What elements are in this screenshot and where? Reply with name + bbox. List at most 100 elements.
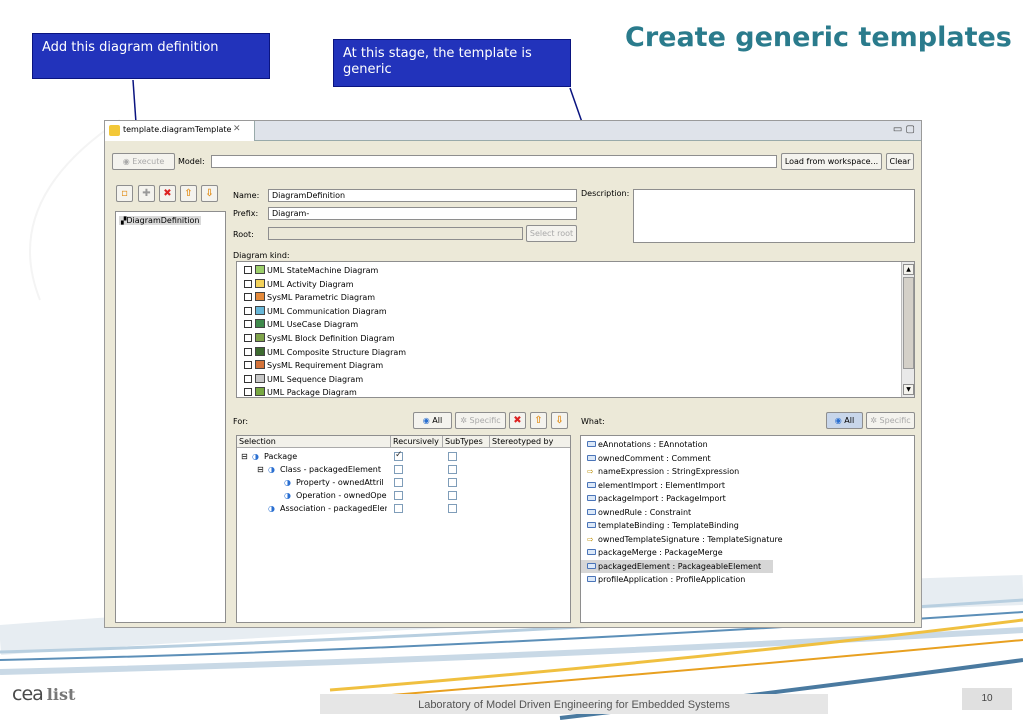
diagram-kind-item[interactable]: SysML Parametric Diagram (242, 291, 406, 305)
for-specific-button[interactable]: ✲ Specific (455, 412, 506, 429)
tree-item-diagram-definition[interactable]: ▞DiagramDefinition (119, 216, 202, 225)
diagram-type-icon (255, 332, 265, 342)
what-item[interactable]: ⇨ nameExpression : StringExpression (581, 465, 914, 479)
prefix-field[interactable]: Diagram- (268, 207, 577, 220)
logo-main: cea (12, 683, 44, 705)
definition-tree: ▞DiagramDefinition (115, 211, 226, 623)
delete-icon[interactable]: ✖ (159, 185, 176, 202)
selection-row[interactable]: ◑ Property - ownedAttril (237, 476, 570, 489)
diagram-kind-item[interactable]: SysML Block Definition Diagram (242, 332, 406, 346)
subtypes-checkbox[interactable] (448, 452, 457, 461)
selection-label: Operation - ownedOpe (296, 491, 387, 500)
selection-row[interactable]: ⊟ ◑ Package (237, 449, 570, 463)
root-field[interactable] (268, 227, 523, 240)
what-item[interactable]: ownedRule : Constraint (581, 506, 914, 520)
load-from-workspace-button[interactable]: Load from workspace... (781, 153, 882, 170)
name-field[interactable]: DiagramDefinition (268, 189, 577, 202)
what-specific-button[interactable]: ✲ Specific (866, 412, 915, 429)
clear-button[interactable]: Clear (886, 153, 914, 170)
for-all-button[interactable]: ◉ All (413, 412, 452, 429)
diagram-type-icon (255, 265, 265, 274)
diagram-kind-item[interactable]: UML UseCase Diagram (242, 318, 406, 332)
add-icon[interactable]: ✚ (138, 185, 155, 202)
expand-toggle-icon[interactable]: ⊟ (257, 463, 264, 476)
diagram-kind-scrollbar[interactable]: ▲ ▼ (901, 262, 914, 397)
recursively-checkbox[interactable] (394, 449, 403, 462)
what-item[interactable]: packageImport : PackageImport (581, 492, 914, 506)
what-item[interactable]: packagedElement : PackageableElement (581, 559, 773, 573)
selection-row[interactable]: ◑ Association - packagedEler (237, 502, 570, 515)
description-label: Description: (581, 189, 630, 198)
footer-text: Laboratory of Model Driven Engineering f… (320, 694, 828, 714)
element-icon: ◑ (268, 504, 275, 513)
expand-toggle-icon[interactable]: ⊟ (241, 450, 248, 463)
execute-button[interactable]: ◉ Execute (112, 153, 175, 170)
selection-row[interactable]: ◑ Operation - ownedOpe (237, 489, 570, 502)
subtypes-checkbox[interactable] (448, 478, 457, 487)
close-icon[interactable]: ✕ (233, 124, 241, 134)
model-field[interactable] (211, 155, 777, 168)
window-controls[interactable]: ▭ ▢ (893, 124, 915, 135)
checkbox[interactable] (244, 347, 252, 356)
selection-label: Association - packagedEler (280, 504, 387, 513)
what-item[interactable]: elementImport : ElementImport (581, 479, 914, 493)
what-item[interactable]: templateBinding : TemplateBinding (581, 519, 914, 533)
what-all-button[interactable]: ◉ All (826, 412, 863, 429)
subtypes-checkbox[interactable] (448, 504, 457, 513)
recursively-checkbox[interactable] (394, 504, 403, 513)
recursively-checkbox[interactable] (394, 465, 403, 474)
column-stereotyped-by[interactable]: Stereotyped by (490, 436, 570, 448)
checkbox[interactable] (244, 374, 252, 383)
what-item[interactable]: ⇨ ownedTemplateSignature : TemplateSignat… (581, 533, 914, 547)
diagram-type-icon (255, 360, 265, 370)
column-subtypes[interactable]: SubTypes (443, 436, 490, 448)
checkbox[interactable] (244, 361, 252, 370)
diagram-kind-label: UML UseCase Diagram (267, 320, 359, 330)
new-icon[interactable]: ▫ (116, 185, 133, 202)
diagram-kind-item[interactable]: SysML Requirement Diagram (242, 359, 406, 373)
column-selection[interactable]: Selection (237, 436, 391, 448)
what-item[interactable]: profileApplication : ProfileApplication (581, 573, 914, 587)
checkbox[interactable] (244, 279, 252, 288)
recursively-checkbox[interactable] (394, 491, 403, 500)
checkbox[interactable] (244, 333, 252, 342)
what-item-label: elementImport : ElementImport (598, 480, 725, 490)
move-up-icon[interactable]: ⇧ (180, 185, 197, 202)
column-recursively[interactable]: Recursively (391, 436, 443, 448)
move-down-icon[interactable]: ⇩ (201, 185, 218, 202)
checkbox[interactable] (244, 293, 252, 302)
what-item[interactable]: packageMerge : PackageMerge (581, 546, 914, 560)
checkbox[interactable] (244, 266, 252, 274)
element-icon: ◑ (284, 491, 291, 500)
template-icon (109, 125, 120, 136)
description-field[interactable] (633, 189, 915, 243)
subtypes-checkbox[interactable] (448, 465, 457, 474)
diagram-kind-item[interactable]: UML Activity Diagram (242, 278, 406, 292)
diagram-kind-item[interactable]: UML Composite Structure Diagram (242, 346, 406, 360)
diagram-kind-item[interactable]: UML Communication Diagram (242, 305, 406, 319)
for-delete-icon[interactable]: ✖ (509, 412, 526, 429)
checkbox[interactable] (244, 388, 252, 397)
for-up-icon[interactable]: ⇧ (530, 412, 547, 429)
tab-template-editor[interactable]: template.diagramTemplate ✕ (105, 121, 255, 141)
for-down-icon[interactable]: ⇩ (551, 412, 568, 429)
diagram-kind-item[interactable]: UML Sequence Diagram (242, 373, 406, 387)
what-item[interactable]: ownedComment : Comment (581, 452, 914, 466)
diagram-kind-item[interactable]: UML StateMachine Diagram (242, 264, 406, 278)
checkbox[interactable] (244, 320, 252, 329)
diagram-kind-label: Diagram kind: (233, 251, 290, 260)
selection-row[interactable]: ⊟ ◑ Class - packagedElement (237, 463, 570, 476)
editor-window: template.diagramTemplate ✕ ▭ ▢ ◉ Execute… (104, 120, 922, 628)
what-item[interactable]: eAnnotations : EAnnotation (581, 438, 914, 452)
scroll-up-arrow[interactable]: ▲ (903, 264, 914, 275)
scroll-down-arrow[interactable]: ▼ (903, 384, 914, 395)
recursively-checkbox[interactable] (394, 478, 403, 487)
checkbox[interactable] (244, 306, 252, 315)
subtypes-checkbox[interactable] (448, 491, 457, 500)
diagram-kind-item[interactable]: UML Package Diagram (242, 386, 406, 397)
select-root-button[interactable]: Select root (526, 225, 577, 242)
scroll-thumb[interactable] (903, 277, 914, 369)
what-items: eAnnotations : EAnnotation ownedComment :… (581, 438, 914, 587)
callout-right-text: At this stage, the template is generic (343, 46, 532, 77)
for-label: For: (233, 417, 249, 426)
